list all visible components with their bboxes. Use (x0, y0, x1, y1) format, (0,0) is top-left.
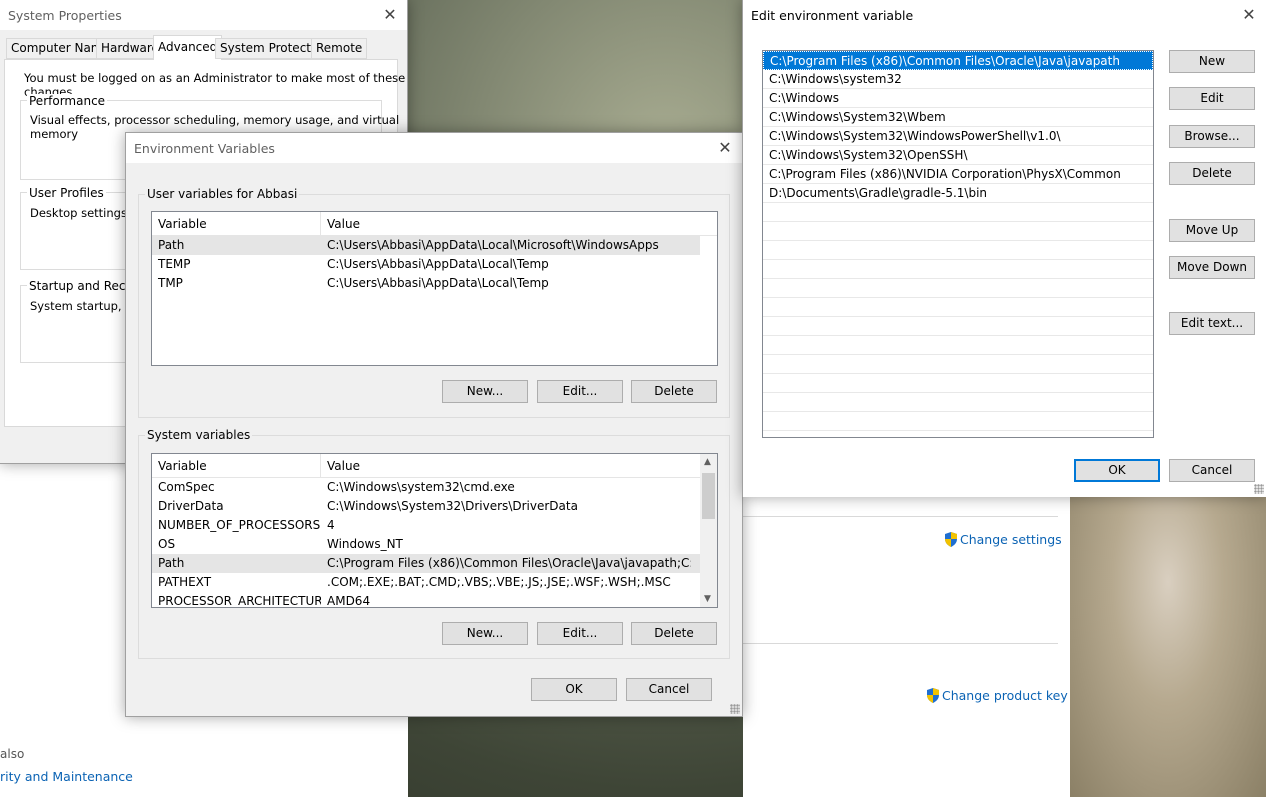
list-item[interactable]: C:\Windows (763, 89, 1153, 108)
list-item[interactable]: D:\Documents\Gradle\gradle-5.1\bin (763, 184, 1153, 203)
performance-label: Performance (27, 94, 108, 108)
user-new-button[interactable]: New... (442, 380, 528, 403)
table-row[interactable]: TEMP C:\Users\Abbasi\AppData\Local\Temp (152, 255, 717, 274)
user-edit-button[interactable]: Edit... (537, 380, 623, 403)
empty-row (763, 203, 1153, 222)
tab-advanced[interactable]: Advanced (153, 35, 223, 60)
environment-variables-titlebar: Environment Variables ✕ (126, 133, 742, 163)
table-row[interactable]: Path C:\Users\Abbasi\AppData\Local\Micro… (152, 236, 700, 255)
ok-button[interactable]: OK (531, 678, 617, 701)
column-header-variable[interactable]: Variable (152, 212, 321, 235)
tab-remote[interactable]: Remote (311, 38, 368, 59)
environment-variables-window: Environment Variables ✕ User variables f… (125, 132, 743, 717)
empty-row (763, 241, 1153, 260)
empty-row (763, 317, 1153, 336)
system-edit-button[interactable]: Edit... (537, 622, 623, 645)
table-row[interactable]: Path C:\Program Files (x86)\Common Files… (152, 554, 700, 573)
user-delete-button[interactable]: Delete (631, 380, 717, 403)
table-row[interactable]: ComSpec C:\Windows\system32\cmd.exe (152, 478, 717, 497)
new-button[interactable]: New (1169, 50, 1255, 73)
change-product-key-link[interactable]: Change product key (926, 688, 1068, 703)
table-row[interactable]: OS Windows_NT (152, 535, 717, 554)
divider (743, 516, 1058, 517)
ok-button[interactable]: OK (1074, 459, 1160, 482)
user-profiles-label: User Profiles (27, 186, 106, 200)
edit-env-titlebar: Edit environment variable ✕ (743, 0, 1266, 30)
cancel-button[interactable]: Cancel (626, 678, 712, 701)
list-item[interactable]: C:\Program Files (x86)\Common Files\Orac… (763, 51, 1153, 70)
cancel-button[interactable]: Cancel (1169, 459, 1255, 482)
shield-icon (945, 532, 957, 547)
desktop-wallpaper-detail (1070, 490, 1266, 797)
resize-grip[interactable] (1254, 484, 1264, 494)
system-variables-label: System variables (145, 428, 253, 442)
path-entries-list[interactable]: C:\Program Files (x86)\Common Files\Orac… (762, 50, 1154, 438)
empty-row (763, 393, 1153, 412)
list-item[interactable]: C:\Program Files (x86)\NVIDIA Corporatio… (763, 165, 1153, 184)
table-row[interactable]: PROCESSOR_ARCHITECTURE AMD64 (152, 592, 717, 607)
close-icon[interactable]: ✕ (379, 4, 401, 26)
list-item[interactable]: C:\Windows\System32\Wbem (763, 108, 1153, 127)
column-header-value[interactable]: Value (321, 212, 701, 235)
empty-row (763, 374, 1153, 393)
user-variables-list[interactable]: Variable Value Path C:\Users\Abbasi\AppD… (151, 211, 718, 366)
table-row[interactable]: TMP C:\Users\Abbasi\AppData\Local\Temp (152, 274, 717, 293)
column-header-value[interactable]: Value (321, 454, 701, 477)
table-row[interactable]: NUMBER_OF_PROCESSORS 4 (152, 516, 717, 535)
empty-row (763, 222, 1153, 241)
scrollbar-thumb[interactable] (702, 473, 715, 519)
edit-button[interactable]: Edit (1169, 87, 1255, 110)
empty-row (763, 412, 1153, 431)
browse-button[interactable]: Browse... (1169, 125, 1255, 148)
empty-row (763, 279, 1153, 298)
move-down-button[interactable]: Move Down (1169, 256, 1255, 279)
see-also-label: also (0, 747, 25, 761)
user-variables-label: User variables for Abbasi (145, 187, 300, 201)
system-new-button[interactable]: New... (442, 622, 528, 645)
window-title: System Properties (8, 7, 122, 23)
table-row[interactable]: PATHEXT .COM;.EXE;.BAT;.CMD;.VBS;.VBE;.J… (152, 573, 717, 592)
system-properties-titlebar: System Properties ✕ (0, 0, 407, 30)
chevron-up-icon[interactable]: ▲ (704, 457, 711, 467)
divider (743, 643, 1058, 644)
resize-grip[interactable] (730, 704, 740, 714)
close-icon[interactable]: ✕ (1238, 4, 1260, 26)
delete-button[interactable]: Delete (1169, 162, 1255, 185)
security-maintenance-link[interactable]: rity and Maintenance (0, 769, 133, 784)
system-variables-list[interactable]: Variable Value ComSpec C:\Windows\system… (151, 453, 718, 608)
vertical-scrollbar[interactable]: ▲ ▼ (700, 454, 717, 607)
column-header-variable[interactable]: Variable (152, 454, 321, 477)
change-settings-link[interactable]: Change settings (944, 532, 1062, 547)
empty-row (763, 260, 1153, 279)
shield-icon (927, 688, 939, 703)
list-item[interactable]: C:\Windows\System32\WindowsPowerShell\v1… (763, 127, 1153, 146)
table-row[interactable]: DriverData C:\Windows\System32\Drivers\D… (152, 497, 717, 516)
chevron-down-icon[interactable]: ▼ (704, 594, 711, 604)
edit-environment-variable-window: Edit environment variable ✕ C:\Program F… (742, 0, 1266, 497)
close-icon[interactable]: ✕ (714, 137, 736, 159)
list-header: Variable Value (152, 454, 717, 478)
list-item[interactable]: C:\Windows\system32 (763, 70, 1153, 89)
empty-row (763, 336, 1153, 355)
window-title: Environment Variables (134, 140, 275, 156)
empty-row (763, 355, 1153, 374)
empty-row (763, 298, 1153, 317)
list-header: Variable Value (152, 212, 717, 236)
system-delete-button[interactable]: Delete (631, 622, 717, 645)
move-up-button[interactable]: Move Up (1169, 219, 1255, 242)
window-title: Edit environment variable (751, 7, 914, 23)
list-item[interactable]: C:\Windows\System32\OpenSSH\ (763, 146, 1153, 165)
edit-text-button[interactable]: Edit text... (1169, 312, 1255, 335)
